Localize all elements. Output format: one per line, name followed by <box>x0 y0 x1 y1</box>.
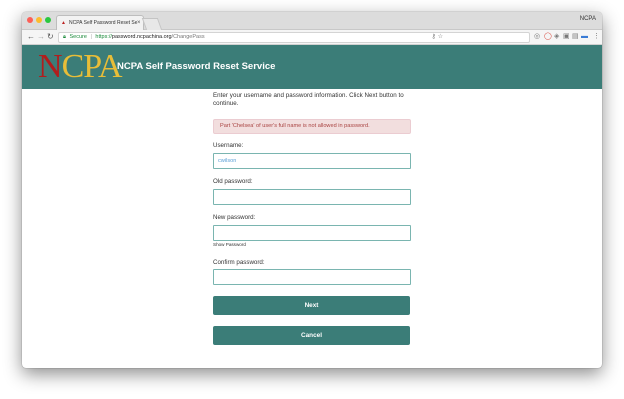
tab-close-icon[interactable]: × <box>137 20 141 26</box>
instructions-text: Enter your username and password informa… <box>213 92 404 107</box>
page-title: NCPA Self Password Reset Service <box>117 61 276 72</box>
extension-icon[interactable]: ▤ <box>572 33 579 41</box>
url-path: /ChangePass <box>171 34 205 40</box>
confirm-password-input[interactable] <box>213 269 411 285</box>
menu-icon[interactable]: ⋮ <box>593 33 600 41</box>
confirm-password-label: Confirm password: <box>213 259 265 266</box>
old-password-label: Old password: <box>213 178 253 185</box>
show-password-link[interactable]: Show Password <box>213 242 246 247</box>
star-icon[interactable]: ☆ <box>438 34 443 40</box>
browser-tab[interactable]: ▲ NCPA Self Password Reset Se × <box>56 15 144 30</box>
new-password-label: New password: <box>213 214 256 221</box>
username-input[interactable]: cwilson <box>213 153 411 169</box>
url-host: password.ncpachina.org <box>111 34 172 40</box>
extension-icon[interactable]: ◎ <box>534 33 540 41</box>
lock-icon: 🔒︎ <box>63 34 66 40</box>
close-window-button[interactable] <box>27 17 33 23</box>
address-bar-icons: ⚷ ☆ <box>432 33 443 42</box>
site-header: NCPA NCPA Self Password Reset Service <box>22 45 602 89</box>
extension-icon[interactable]: ◈ <box>554 33 559 41</box>
extension-icon[interactable]: ▬ <box>581 33 588 41</box>
old-password-input[interactable] <box>213 189 411 205</box>
new-password-input[interactable] <box>213 225 411 241</box>
tab-title: NCPA Self Password Reset Se <box>69 20 137 26</box>
new-tab-button[interactable] <box>141 18 163 30</box>
maximize-window-button[interactable] <box>45 17 51 23</box>
error-alert: Part 'Chelsea' of user's full name is no… <box>213 119 411 134</box>
profile-name[interactable]: NCPA <box>580 16 596 22</box>
url-separator: | <box>90 34 92 40</box>
browser-toolbar: ← → ↻ 🔒︎ Secure | https://password.ncpac… <box>22 30 602 45</box>
opera-icon[interactable]: ◯ <box>544 33 552 41</box>
forward-button[interactable]: → <box>37 32 45 42</box>
secure-label: Secure <box>69 34 87 40</box>
next-button[interactable]: Next <box>213 296 410 315</box>
back-button[interactable]: ← <box>27 32 35 42</box>
reload-button[interactable]: ↻ <box>47 32 54 42</box>
address-bar[interactable]: 🔒︎ Secure | https://password.ncpachina.o… <box>58 32 530 43</box>
username-label: Username: <box>213 142 244 149</box>
title-bar: ▲ NCPA Self Password Reset Se × NCPA <box>22 12 602 30</box>
key-icon[interactable]: ⚷ <box>432 34 436 40</box>
browser-window: ▲ NCPA Self Password Reset Se × NCPA ← →… <box>22 12 602 368</box>
url-scheme: https:// <box>95 34 112 40</box>
ncpa-logo: NCPA <box>38 48 123 85</box>
extension-icon[interactable]: ▣ <box>563 33 570 41</box>
cancel-button[interactable]: Cancel <box>213 326 410 345</box>
minimize-window-button[interactable] <box>36 17 42 23</box>
favicon-icon: ▲ <box>61 19 66 26</box>
